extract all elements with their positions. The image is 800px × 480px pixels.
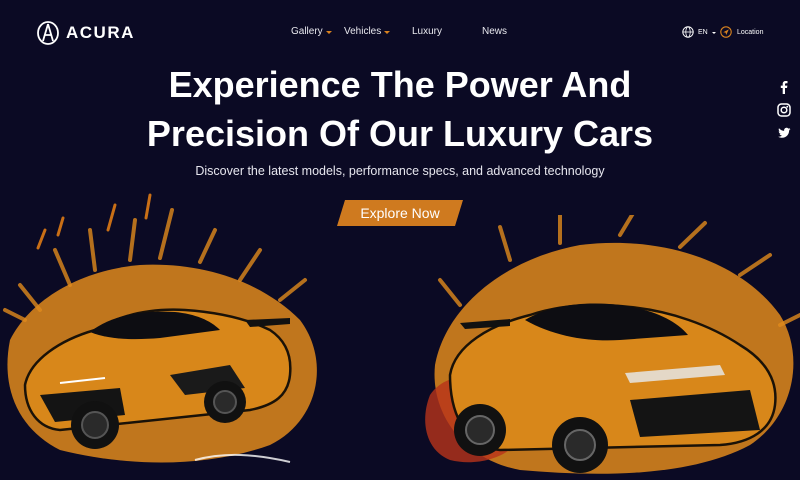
language-label: EN: [698, 28, 708, 36]
globe-icon: [682, 26, 694, 38]
hero-subtitle: Discover the latest models, performance …: [195, 164, 605, 178]
nav-label: Gallery: [291, 26, 323, 37]
top-nav: ACURA Gallery Vehicles Luxury News EN Lo…: [0, 0, 800, 66]
hero-title: Experience The Power And Precision Of Ou…: [0, 60, 800, 158]
location-selector[interactable]: Location: [720, 26, 763, 38]
brand-name: ACURA: [66, 23, 135, 42]
nav-item-luxury[interactable]: Luxury: [412, 26, 442, 37]
hero-title-line-1: Experience The Power And: [168, 64, 632, 105]
hero-title-line-2: Precision Of Our Luxury Cars: [146, 113, 654, 154]
chevron-down-icon: [384, 30, 391, 34]
nav-item-vehicles[interactable]: Vehicles: [344, 26, 391, 37]
right-car-illustration: [425, 215, 800, 474]
nav-item-gallery[interactable]: Gallery: [291, 26, 332, 37]
brand-logo[interactable]: ACURA: [37, 21, 135, 45]
nav-item-news[interactable]: News: [482, 26, 507, 37]
location-icon: [720, 26, 732, 38]
chevron-down-icon: [325, 30, 332, 34]
nav-label: Luxury: [412, 26, 443, 37]
language-selector[interactable]: EN: [682, 26, 716, 38]
left-car-illustration: [3, 193, 317, 463]
acura-logo-icon: [37, 21, 59, 45]
location-label: Location: [737, 28, 764, 36]
chevron-down-icon: [711, 31, 716, 34]
nav-label: Vehicles: [344, 26, 382, 37]
nav-label: News: [482, 26, 508, 37]
